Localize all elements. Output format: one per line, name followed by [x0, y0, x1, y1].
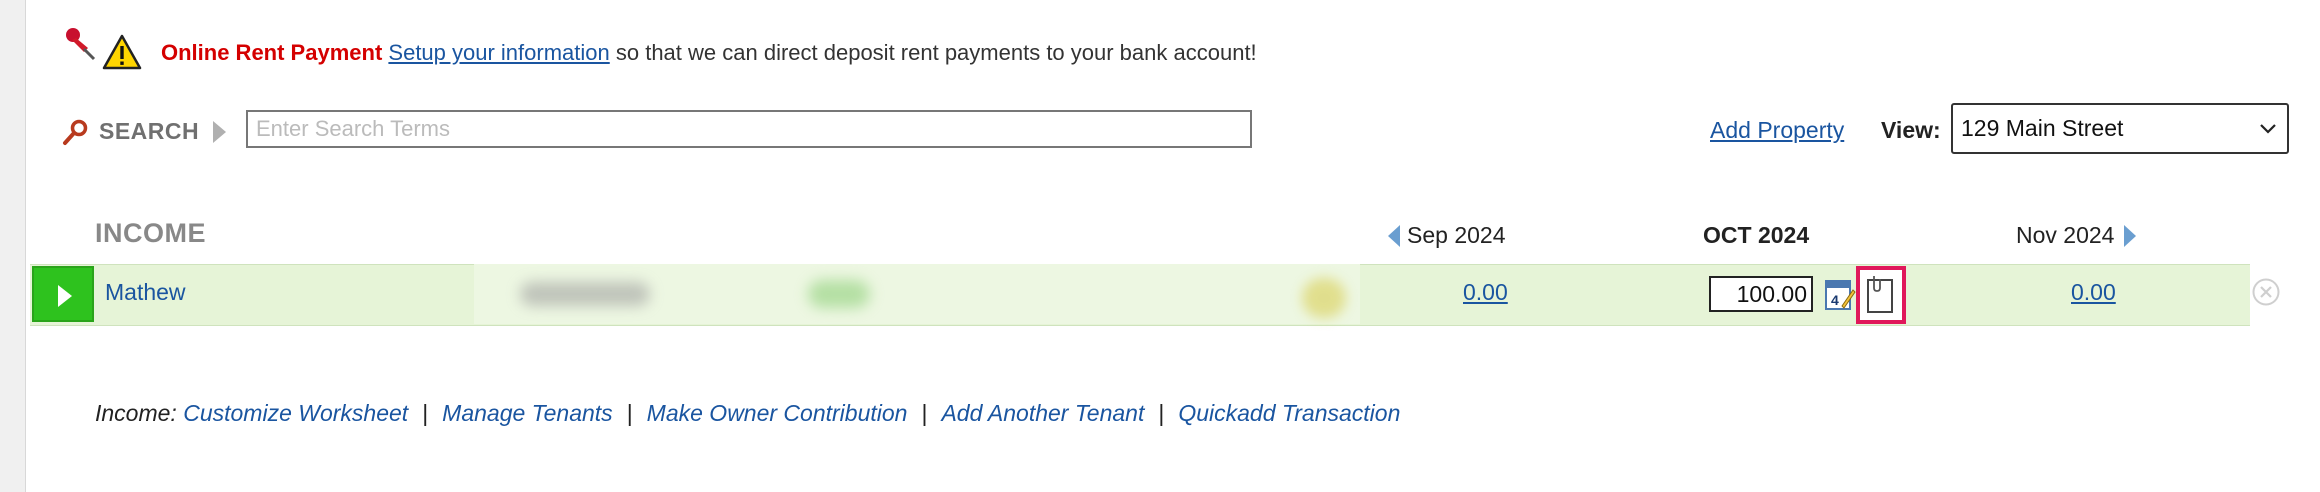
redacted-content: [520, 282, 650, 306]
redacted-content: [1302, 278, 1346, 318]
notice-setup-link[interactable]: Setup your information: [388, 40, 609, 65]
search-arrow-icon: [213, 121, 226, 143]
section-title: INCOME: [95, 218, 206, 248]
manage-tenants-link[interactable]: Manage Tenants: [442, 400, 613, 426]
make-owner-contribution-link[interactable]: Make Owner Contribution: [647, 400, 908, 426]
svg-text:4: 4: [1831, 292, 1839, 308]
note-icon: [1867, 276, 1893, 313]
redacted-content: [808, 280, 870, 308]
current-month-amount-input[interactable]: [1709, 276, 1813, 312]
customize-worksheet-link[interactable]: Customize Worksheet: [183, 400, 408, 426]
chevron-down-icon: [2260, 124, 2276, 134]
tenant-name-link[interactable]: Mathew: [105, 279, 186, 306]
next-month-icon[interactable]: [2124, 225, 2136, 247]
expand-row-button[interactable]: [32, 266, 94, 322]
view-property-select[interactable]: 129 Main Street: [1951, 103, 2289, 154]
notice-title: Online Rent Payment: [161, 40, 383, 65]
month-prev-label[interactable]: Sep 2024: [1407, 222, 1505, 249]
remove-icon[interactable]: [2251, 277, 2281, 307]
separator: |: [921, 400, 928, 426]
calendar-icon[interactable]: 4: [1824, 276, 1856, 312]
note-button[interactable]: [1856, 266, 1906, 324]
notice-banner: Online Rent Payment Setup your informati…: [161, 40, 1257, 66]
prev-month-icon[interactable]: [1388, 225, 1400, 247]
add-another-tenant-link[interactable]: Add Another Tenant: [941, 400, 1144, 426]
income-actions: Income: Customize Worksheet | Manage Tenan…: [95, 400, 1400, 427]
add-property-link[interactable]: Add Property: [1710, 117, 1844, 144]
separator: |: [422, 400, 429, 426]
left-gutter: [0, 0, 26, 492]
view-label: View:: [1881, 117, 1941, 143]
search-input[interactable]: [246, 110, 1252, 148]
notice-message: so that we can direct deposit rent payme…: [609, 40, 1257, 65]
search-label: SEARCH: [99, 118, 200, 144]
quickadd-transaction-link[interactable]: Quickadd Transaction: [1178, 400, 1400, 426]
month-current-label: OCT 2024: [1703, 222, 1810, 248]
prev-month-value-link[interactable]: 0.00: [1463, 279, 1508, 306]
month-next-label[interactable]: Nov 2024: [2016, 222, 2114, 249]
separator: |: [1158, 400, 1165, 426]
warning-icon: [102, 34, 142, 70]
separator: |: [626, 400, 633, 426]
play-icon: [58, 285, 72, 307]
view-selected-value: 129 Main Street: [1961, 115, 2124, 141]
next-month-value-link[interactable]: 0.00: [2071, 279, 2116, 306]
footer-label: Income:: [95, 400, 177, 426]
search-icon: [63, 119, 88, 145]
pushpin-icon: [66, 28, 96, 61]
